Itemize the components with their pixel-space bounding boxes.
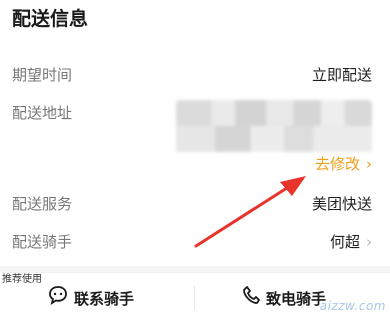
call-rider-button[interactable]: 致电骑手 <box>242 286 326 312</box>
bottom-separator <box>194 286 195 310</box>
chevron-right-icon: › <box>366 155 372 173</box>
watermark: aizzw.com <box>319 299 386 313</box>
chat-icon <box>48 285 68 313</box>
blurred-address <box>176 100 372 152</box>
expected-time-label: 期望时间 <box>12 66 73 84</box>
rider-name: 何超 <box>329 233 360 251</box>
delivery-info-card: 配送信息 期望时间 立即配送 配送地址 去修改 › 配送服务 美团快送 配送骑手 … <box>0 0 390 266</box>
phone-icon <box>242 285 260 313</box>
recommend-tag: 推荐使用 <box>2 274 42 285</box>
delivery-service-value: 美团快送 <box>311 195 372 213</box>
modify-address-label: 去修改 <box>314 155 360 173</box>
rider-label: 配送骑手 <box>12 233 73 251</box>
modify-address-link[interactable]: 去修改 › <box>315 153 372 175</box>
contact-rider-button[interactable]: 联系骑手 <box>48 286 134 312</box>
address-label: 配送地址 <box>12 104 73 122</box>
chevron-right-icon: › <box>366 233 372 251</box>
section-title: 配送信息 <box>12 8 89 30</box>
expected-time-value: 立即配送 <box>311 66 372 84</box>
contact-rider-label: 联系骑手 <box>74 290 135 308</box>
call-rider-label: 致电骑手 <box>266 290 327 308</box>
delivery-service-label: 配送服务 <box>12 195 73 213</box>
rider-row[interactable]: 何超 › <box>330 231 372 253</box>
